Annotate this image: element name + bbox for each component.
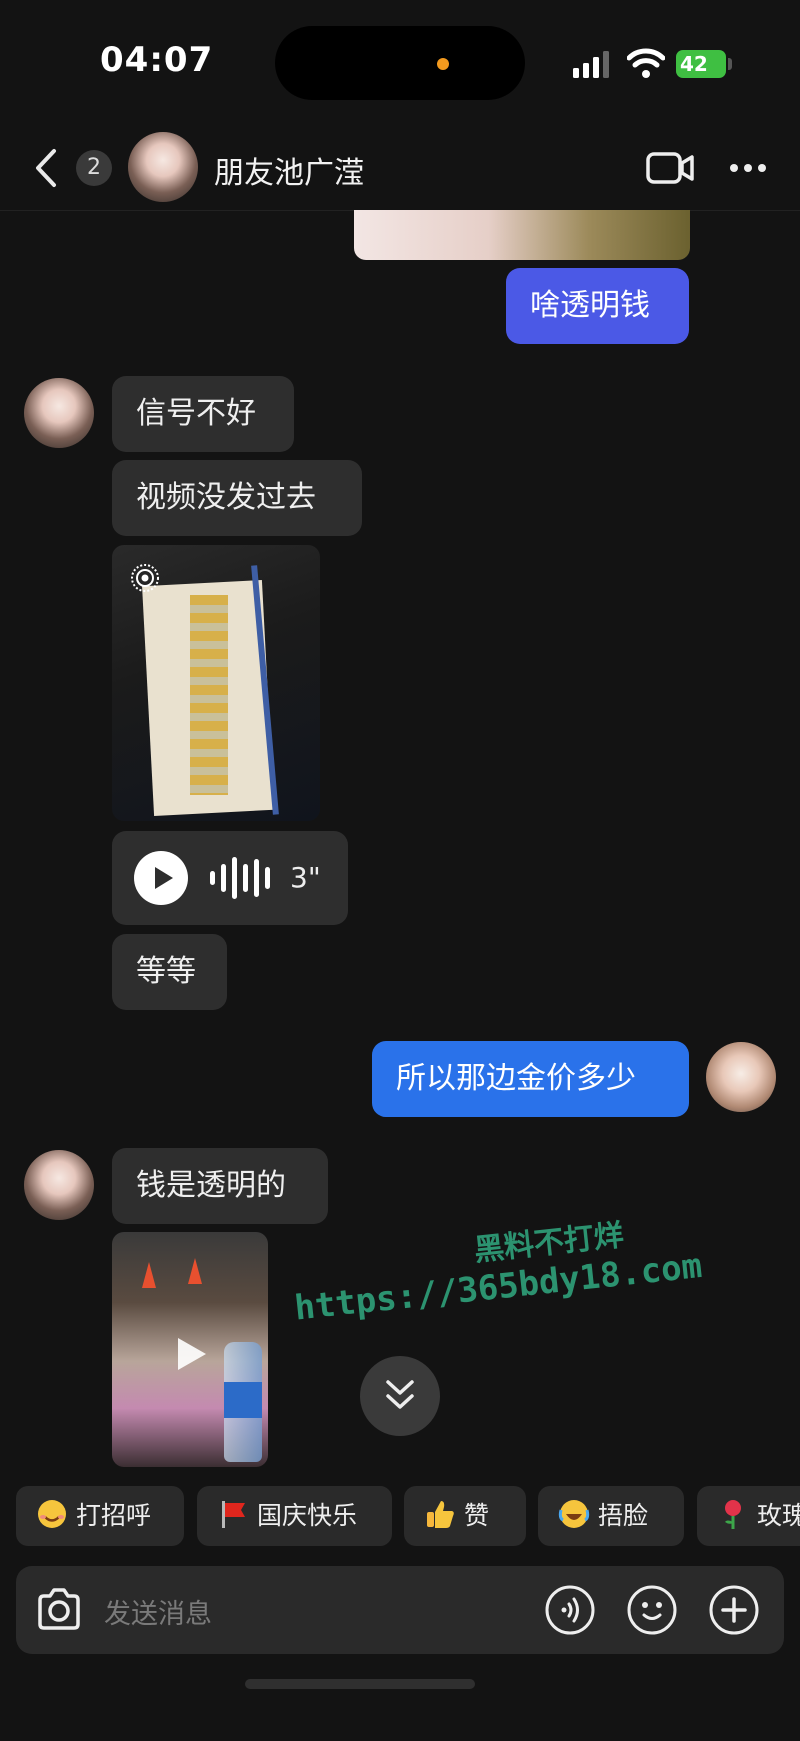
chip-label: 玫瑰 bbox=[757, 1501, 800, 1530]
chip-label: 打招呼 bbox=[76, 1501, 152, 1530]
image-content bbox=[188, 1258, 202, 1284]
chevron-double-down-icon bbox=[386, 1380, 414, 1409]
camera-icon[interactable] bbox=[34, 1586, 84, 1634]
message-bubble-incoming[interactable]: 等等 bbox=[112, 934, 227, 1010]
smile-emoji-icon bbox=[38, 1500, 66, 1528]
sound-wave-icon bbox=[210, 857, 270, 899]
contact-name[interactable]: 朋友池广滢 bbox=[214, 148, 364, 192]
dynamic-island bbox=[275, 26, 525, 100]
message-input[interactable]: 发送消息 bbox=[104, 1592, 212, 1631]
quick-reply-facepalm[interactable]: 捂脸 bbox=[538, 1486, 684, 1546]
message-bubble-incoming[interactable]: 钱是透明的 bbox=[112, 1148, 328, 1224]
message-input-bar: 发送消息 bbox=[16, 1566, 784, 1654]
voice-duration: 3" bbox=[290, 861, 321, 894]
rose-emoji-icon bbox=[725, 1500, 741, 1529]
thumbs-up-emoji-icon bbox=[427, 1501, 454, 1528]
contact-avatar-small[interactable] bbox=[24, 378, 94, 448]
image-content bbox=[142, 1262, 156, 1288]
video-call-icon[interactable] bbox=[646, 150, 694, 186]
plus-icon[interactable] bbox=[708, 1584, 760, 1636]
back-icon[interactable] bbox=[32, 147, 58, 189]
cellular-signal-icon bbox=[573, 51, 609, 78]
laugh-cry-emoji-icon bbox=[558, 1500, 590, 1528]
play-icon[interactable] bbox=[168, 1332, 212, 1376]
unread-count-badge: 2 bbox=[76, 150, 112, 186]
voice-input-icon[interactable] bbox=[544, 1584, 596, 1636]
more-icon[interactable] bbox=[728, 160, 768, 176]
voice-message[interactable]: 3" bbox=[112, 831, 348, 925]
image-content bbox=[190, 595, 228, 795]
battery-level: 42 bbox=[676, 50, 726, 78]
wifi-icon bbox=[627, 48, 665, 78]
my-avatar[interactable] bbox=[706, 1042, 776, 1112]
recording-indicator bbox=[437, 58, 449, 70]
image-message-scroll[interactable] bbox=[112, 545, 320, 821]
emoji-icon[interactable] bbox=[626, 1584, 678, 1636]
quick-reply-national-day[interactable]: 国庆快乐 bbox=[197, 1486, 392, 1546]
quick-reply-wave[interactable]: 打招呼 bbox=[16, 1486, 184, 1546]
battery-tip bbox=[728, 58, 732, 70]
contact-avatar[interactable] bbox=[128, 132, 198, 202]
status-time: 04:07 bbox=[100, 40, 214, 80]
video-message-thumbnail[interactable] bbox=[112, 1232, 268, 1467]
scroll-to-bottom-button[interactable] bbox=[360, 1356, 440, 1436]
message-bubble-outgoing[interactable]: 所以那边金价多少 bbox=[372, 1041, 689, 1117]
live-photo-icon bbox=[131, 564, 159, 592]
play-icon[interactable] bbox=[134, 851, 188, 905]
message-bubble-outgoing[interactable]: 啥透明钱 bbox=[506, 268, 689, 344]
contact-avatar-small[interactable] bbox=[24, 1150, 94, 1220]
chip-label: 捂脸 bbox=[598, 1501, 649, 1530]
image-content bbox=[224, 1382, 262, 1418]
image-message-partial[interactable] bbox=[354, 210, 690, 260]
home-indicator bbox=[245, 1679, 475, 1689]
chip-label: 赞 bbox=[464, 1501, 490, 1530]
flag-emoji-icon bbox=[222, 1501, 245, 1528]
message-bubble-incoming[interactable]: 视频没发过去 bbox=[112, 460, 362, 536]
quick-reply-thumbs-up[interactable]: 赞 bbox=[404, 1486, 526, 1546]
watermark: 黑料不打烊 https://365bdy18.com bbox=[288, 1202, 704, 1329]
quick-reply-rose[interactable]: 玫瑰 bbox=[697, 1486, 800, 1546]
chip-label: 国庆快乐 bbox=[257, 1501, 358, 1530]
message-bubble-incoming[interactable]: 信号不好 bbox=[112, 376, 294, 452]
